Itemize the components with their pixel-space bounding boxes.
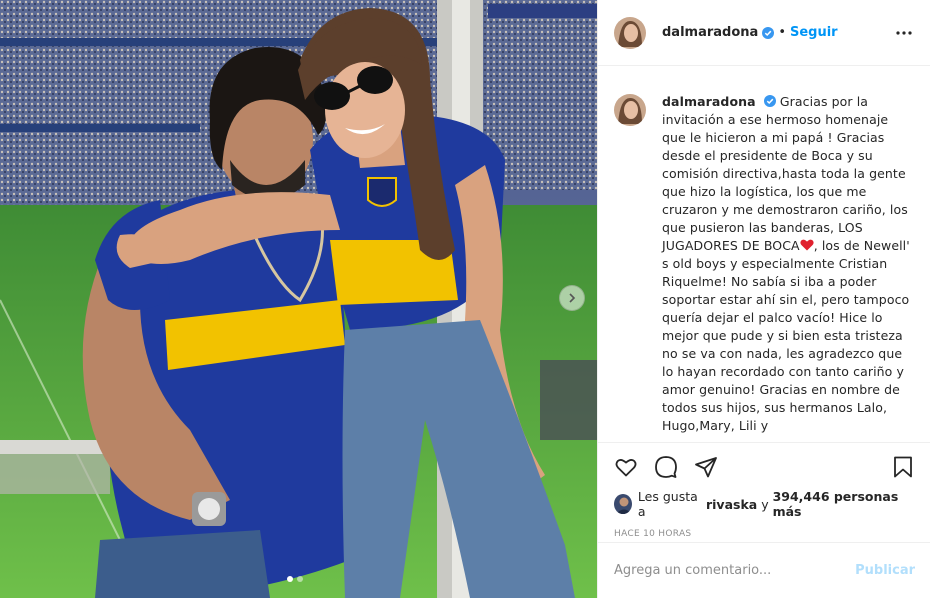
carousel-next-button[interactable] — [559, 285, 585, 311]
caption-avatar[interactable] — [614, 94, 646, 126]
comment-input[interactable] — [614, 563, 856, 578]
avatar-image — [614, 94, 646, 126]
share-icon — [695, 457, 717, 478]
separator-dot: • — [778, 25, 786, 40]
avatar-image — [614, 494, 632, 514]
like-button[interactable] — [614, 455, 638, 479]
carousel-indicator — [287, 576, 303, 582]
caption-body-part2: , los de Newell' s old boys y especialme… — [662, 238, 910, 433]
caption-section: dalmaradona Gracias por la invitación a … — [598, 66, 930, 442]
avatar-image — [614, 16, 646, 49]
caption-row: dalmaradona Gracias por la invitación a … — [614, 93, 915, 435]
carousel-dot — [297, 576, 303, 582]
avatar[interactable] — [614, 16, 646, 49]
comment-icon — [655, 456, 677, 478]
likes-connector: y — [761, 496, 769, 512]
liker-avatar[interactable] — [614, 494, 632, 514]
chevron-right-icon — [569, 293, 576, 303]
comment-form: Publicar — [598, 542, 930, 598]
publish-button[interactable]: Publicar — [855, 563, 915, 578]
likes-summary: Les gusta a rivaska y 394,446 personas m… — [614, 489, 915, 519]
liker-username[interactable]: rivaska — [706, 497, 757, 512]
save-button[interactable] — [891, 455, 915, 479]
action-icons-row — [614, 453, 915, 481]
likes-prefix: Les gusta a — [637, 489, 698, 519]
caption-body-part1: Gracias por la invitación a ese hermoso … — [662, 94, 908, 253]
post-photo[interactable] — [0, 0, 597, 598]
comment-button[interactable] — [654, 455, 678, 479]
caption-username[interactable]: dalmaradona — [662, 94, 756, 109]
follow-button[interactable]: Seguir — [790, 25, 838, 40]
likes-count[interactable]: 394,446 personas más — [773, 489, 915, 519]
more-options-icon — [896, 30, 912, 35]
verified-badge-icon — [762, 26, 775, 39]
verified-badge-icon — [763, 95, 776, 107]
post-timestamp[interactable]: HACE 10 HORAS — [614, 529, 915, 539]
photo-image — [0, 0, 597, 598]
heart-icon — [615, 459, 637, 477]
post-side-panel: dalmaradona • Seguir dalmaradona Gracias… — [597, 0, 930, 598]
post-header: dalmaradona • Seguir — [598, 0, 930, 66]
caption-text: dalmaradona Gracias por la invitación a … — [662, 93, 915, 435]
bookmark-icon — [894, 456, 912, 478]
share-button[interactable] — [694, 455, 718, 479]
more-options-button[interactable] — [894, 23, 914, 43]
carousel-dot-active — [287, 576, 293, 582]
header-username[interactable]: dalmaradona — [662, 25, 758, 40]
red-heart-emoji-icon — [800, 239, 814, 251]
post-actions: Les gusta a rivaska y 394,446 personas m… — [598, 442, 930, 542]
